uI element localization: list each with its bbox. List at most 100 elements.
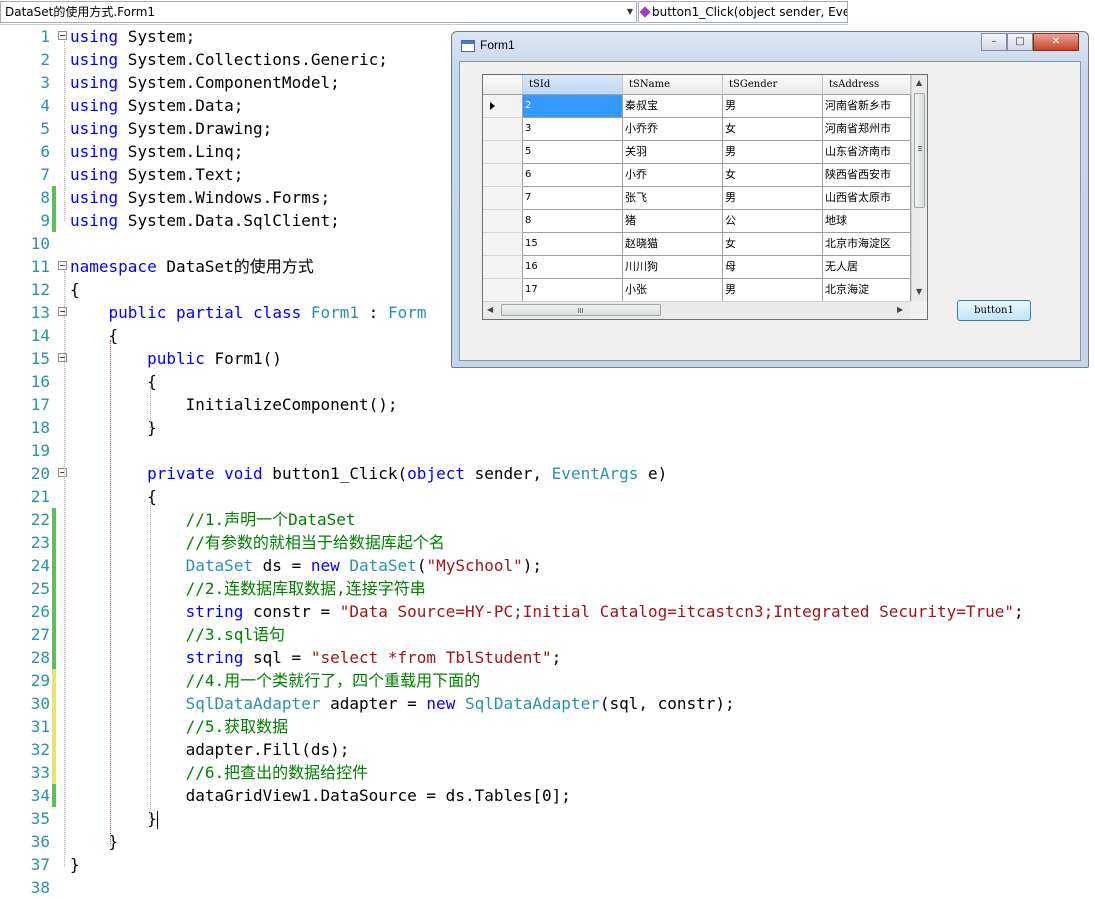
vertical-scrollbar[interactable]: ▲ ▼: [911, 75, 927, 301]
row-header[interactable]: [483, 187, 523, 210]
code-line[interactable]: 24 DataSet ds = new DataSet("MySchool");: [0, 554, 1095, 577]
grid-cell[interactable]: 河南省郑州市: [823, 118, 911, 141]
grid-cell[interactable]: 无人居: [823, 256, 911, 279]
code-line[interactable]: 21 {: [0, 485, 1095, 508]
maximize-button[interactable]: □: [1007, 33, 1033, 51]
grid-cell[interactable]: 地球: [823, 210, 911, 233]
code-line[interactable]: 29 //4.用一个类就行了，四个重载用下面的: [0, 669, 1095, 692]
row-header[interactable]: [483, 233, 523, 256]
code-line[interactable]: 34 dataGridView1.DataSource = ds.Tables[…: [0, 784, 1095, 807]
grid-cell[interactable]: 5: [523, 141, 623, 164]
grid-cell[interactable]: 猪: [623, 210, 723, 233]
code-line[interactable]: 36 }: [0, 830, 1095, 853]
grid-cell[interactable]: 女: [723, 164, 823, 187]
grid-cell[interactable]: 男: [723, 187, 823, 210]
collapse-icon[interactable]: [58, 353, 67, 362]
code-line[interactable]: 30 SqlDataAdapter adapter = new SqlDataA…: [0, 692, 1095, 715]
column-header[interactable]: tsAddress: [823, 75, 911, 95]
grid-cell[interactable]: 2: [523, 95, 623, 118]
row-header[interactable]: [483, 279, 523, 302]
column-header[interactable]: tSName: [623, 75, 723, 95]
collapse-icon[interactable]: [58, 261, 67, 270]
scroll-up-icon[interactable]: ▲: [916, 78, 922, 87]
row-header[interactable]: [483, 141, 523, 164]
code-line[interactable]: 33 //6.把查出的数据给控件: [0, 761, 1095, 784]
grid-cell[interactable]: 16: [523, 256, 623, 279]
grid-cell[interactable]: 女: [723, 118, 823, 141]
code-line[interactable]: 19: [0, 439, 1095, 462]
horizontal-scrollbar[interactable]: ◀ ▶: [483, 301, 911, 319]
grid-cell[interactable]: 北京市海淀区: [823, 233, 911, 256]
grid-cell[interactable]: 17: [523, 279, 623, 302]
vertical-scroll-thumb[interactable]: [914, 93, 925, 208]
code-line[interactable]: 23 //有参数的就相当于给数据库起个名: [0, 531, 1095, 554]
code-line[interactable]: 18 }: [0, 416, 1095, 439]
row-header[interactable]: [483, 118, 523, 141]
code-line[interactable]: 25 //2.连数据库取数据,连接字符串: [0, 577, 1095, 600]
grid-cell[interactable]: 15: [523, 233, 623, 256]
scroll-left-icon[interactable]: ◀: [487, 305, 493, 314]
collapse-icon[interactable]: [58, 307, 67, 316]
grid-cell[interactable]: 6: [523, 164, 623, 187]
collapse-icon[interactable]: [58, 31, 67, 40]
data-grid-view[interactable]: tSId tSName tSGender tsAddress 2 秦叔宝男河南省新乡市 3 小…: [482, 74, 928, 320]
grid-cell[interactable]: 赵晓猫: [623, 233, 723, 256]
code-line[interactable]: 32 adapter.Fill(ds);: [0, 738, 1095, 761]
column-header[interactable]: tSId: [523, 75, 623, 95]
code-line[interactable]: 26 string constr = "Data Source=HY-PC;In…: [0, 600, 1095, 623]
code-token: ds =: [253, 556, 311, 575]
row-header[interactable]: [483, 210, 523, 233]
code-line[interactable]: 16 {: [0, 370, 1095, 393]
code-line[interactable]: 31 //5.获取数据: [0, 715, 1095, 738]
code-line[interactable]: 22 //1.声明一个DataSet: [0, 508, 1095, 531]
row-header[interactable]: [483, 95, 523, 118]
grid-cell[interactable]: 3: [523, 118, 623, 141]
scroll-right-icon[interactable]: ▶: [897, 305, 903, 314]
minimize-button[interactable]: –: [981, 33, 1007, 51]
class-dropdown[interactable]: DataSet的使用方式.Form1 ▼: [0, 1, 637, 23]
grid-cell[interactable]: 小乔乔: [623, 118, 723, 141]
code-line[interactable]: 35 }: [0, 807, 1095, 830]
grid-cell[interactable]: 小乔: [623, 164, 723, 187]
grid-cell[interactable]: 秦叔宝: [623, 95, 723, 118]
chevron-down-icon[interactable]: ▼: [624, 2, 636, 22]
collapse-icon[interactable]: [58, 468, 67, 477]
grid-cell[interactable]: 女: [723, 233, 823, 256]
grid-cell[interactable]: 小张: [623, 279, 723, 302]
member-dropdown[interactable]: button1_Click(object sender, Eve: [638, 1, 848, 23]
row-header[interactable]: [483, 256, 523, 279]
grid-cell[interactable]: 8: [523, 210, 623, 233]
scroll-down-icon[interactable]: ▼: [916, 287, 922, 296]
grid-cell[interactable]: 山西省太原市: [823, 187, 911, 210]
grid-cell[interactable]: 山东省济南市: [823, 141, 911, 164]
code-line[interactable]: 38: [0, 876, 1095, 899]
grid-cell[interactable]: 川川狗: [623, 256, 723, 279]
grid-cell[interactable]: 北京海淀: [823, 279, 911, 302]
row-header[interactable]: [483, 164, 523, 187]
grid-cell[interactable]: 陕西省西安市: [823, 164, 911, 187]
horizontal-scroll-thumb[interactable]: [501, 304, 661, 316]
code-token: Form: [387, 303, 427, 322]
form1-window[interactable]: Form1 – □ ✕ tSId tSName tSGender tsAddress 2…: [451, 31, 1089, 368]
grid-cell[interactable]: 母: [723, 256, 823, 279]
code-line[interactable]: 37}: [0, 853, 1095, 876]
grid-cell[interactable]: 男: [723, 95, 823, 118]
code-line[interactable]: 17 InitializeComponent();: [0, 393, 1095, 416]
grid-cell[interactable]: 男: [723, 279, 823, 302]
grid-cell[interactable]: 7: [523, 187, 623, 210]
grid-corner-header[interactable]: [483, 75, 523, 95]
grid-cell[interactable]: 公: [723, 210, 823, 233]
code-token: using: [70, 142, 119, 161]
grid-cell[interactable]: 河南省新乡市: [823, 95, 911, 118]
column-header[interactable]: tSGender: [723, 75, 823, 95]
button1[interactable]: button1: [957, 300, 1031, 321]
grid-cell[interactable]: 关羽: [623, 141, 723, 164]
grid-cell[interactable]: 张飞: [623, 187, 723, 210]
close-button[interactable]: ✕: [1033, 33, 1079, 51]
line-number: 2: [40, 50, 50, 69]
code-line[interactable]: 20 private void button1_Click(object sen…: [0, 462, 1095, 485]
code-line[interactable]: 27 //3.sql语句: [0, 623, 1095, 646]
code-line[interactable]: 28 string sql = "select *from TblStudent…: [0, 646, 1095, 669]
grid-cell[interactable]: 男: [723, 141, 823, 164]
